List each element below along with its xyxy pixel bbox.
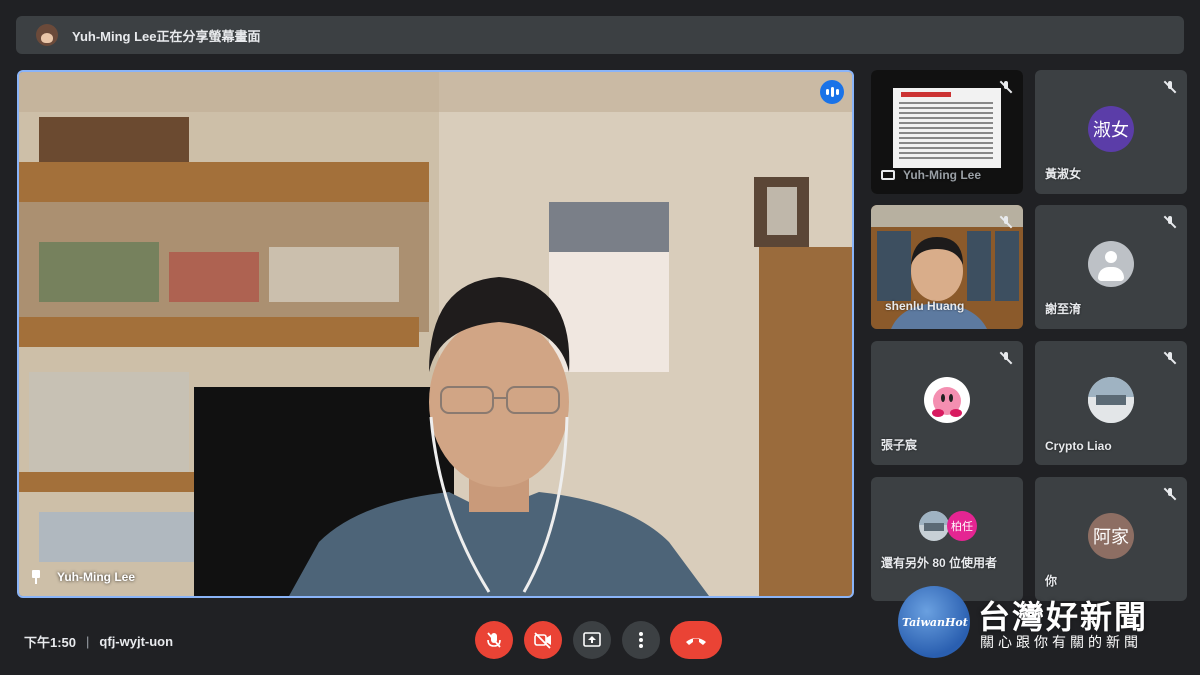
participant-name: 黃淑女 [1045,167,1082,181]
participant-tile-self[interactable]: 阿家 你 [1035,477,1187,601]
mic-off-icon [487,632,501,648]
group-avatar-photo [919,511,949,541]
speaker-name-label: Yuh-Ming Lee [31,570,135,584]
photo-avatar [1088,377,1134,423]
participant-name: 張子宸 [881,438,918,452]
present-now-button[interactable] [573,621,611,659]
participant-tile-others[interactable]: 柏任 還有另外 80 位使用者 [871,477,1023,601]
participant-avatar: 阿家 [1088,513,1134,559]
leave-call-icon [686,638,706,645]
more-options-button[interactable] [622,621,660,659]
participant-tile-shenlu[interactable]: shenlu Huang [871,205,1023,329]
participant-tile-shuen[interactable]: 淑女 黃淑女 [1035,70,1187,194]
muted-icon [1163,215,1177,234]
divider: | [86,634,90,649]
participant-name: shenlu Huang [885,299,965,313]
participant-name: Yuh-Ming Lee [903,168,981,182]
muted-icon [999,351,1013,370]
camera-toggle-button[interactable] [524,621,562,659]
muted-icon [999,80,1013,99]
main-speaker-video[interactable]: Yuh-Ming Lee [17,70,854,598]
watermark-brand: TaiwanHot [902,616,968,629]
participant-avatar: 淑女 [1088,106,1134,152]
meeting-info: 下午1:50 | qfj-wyjt-uon [24,632,173,651]
default-person-icon [1088,241,1134,287]
presenter-avatar [36,24,58,46]
pin-icon[interactable] [31,570,41,584]
present-screen-icon [583,632,601,647]
presenting-banner: Yuh-Ming Lee正在分享螢幕畫面 [16,16,1184,54]
participant-tile-crypto[interactable]: Crypto Liao [1035,341,1187,465]
news-watermark: TaiwanHot 台灣好新聞 關心跟你有關的新聞 [898,586,1188,658]
meeting-code: qfj-wyjt-uon [99,634,174,649]
mic-toggle-button[interactable] [475,621,513,659]
participant-tile-chang[interactable]: 張子宸 [871,341,1023,465]
screen-share-icon [881,170,895,180]
more-options-icon [639,632,643,648]
news-logo-globe-icon: TaiwanHot [898,586,970,658]
presenting-banner-text: Yuh-Ming Lee正在分享螢幕畫面 [72,28,261,44]
leave-call-button[interactable] [670,621,722,659]
muted-icon [1163,487,1177,506]
participant-tile-hsieh[interactable]: 謝至淯 [1035,205,1187,329]
muted-icon [999,215,1013,234]
participant-tile-screen-share[interactable]: Yuh-Ming Lee [871,70,1023,194]
speaker-video-frame [19,72,852,596]
speaking-indicator-icon [820,80,844,104]
group-avatar-text: 柏任 [947,511,977,541]
watermark-subtitle: 關心跟你有關的新聞 [980,634,1142,650]
kirby-avatar-icon [924,377,970,423]
muted-icon [1163,80,1177,99]
speaker-name: Yuh-Ming Lee [57,570,135,584]
current-time: 下午1:50 [24,635,77,650]
camera-off-icon [534,632,551,649]
participant-name: 謝至淯 [1045,302,1082,316]
muted-icon [1163,351,1177,370]
participant-name: Crypto Liao [1045,439,1112,453]
participant-name: 還有另外 80 位使用者 [881,556,998,570]
